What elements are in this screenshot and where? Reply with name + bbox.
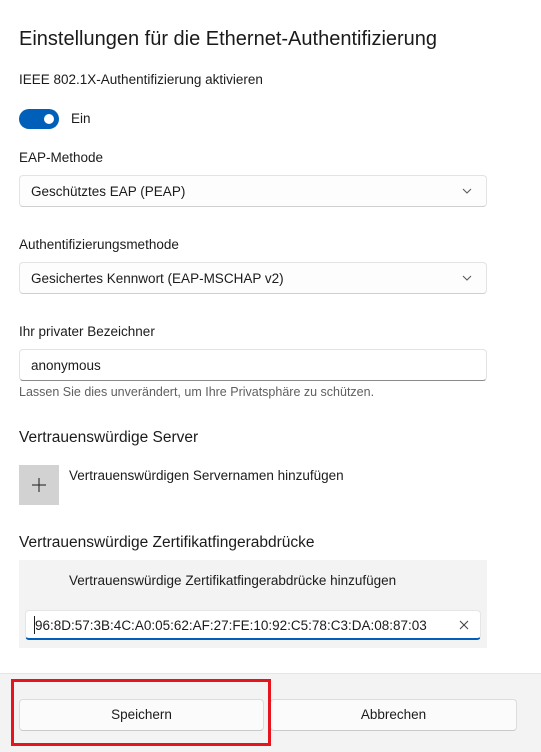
toggle-state-text: Ein [71, 111, 91, 126]
dialog-footer: Speichern Abbrechen [0, 673, 541, 752]
auth-method-label: Authentifizierungsmethode [19, 237, 179, 252]
chevron-down-icon [462, 188, 472, 194]
ieee-toggle-label: IEEE 802.1X-Authentifizierung aktivieren [19, 72, 263, 87]
cancel-button[interactable]: Abbrechen [270, 699, 517, 731]
identity-hint: Lassen Sie dies unverändert, um Ihre Pri… [19, 385, 375, 399]
eap-method-label: EAP-Methode [19, 150, 104, 165]
eap-method-value: Geschütztes EAP (PEAP) [31, 184, 186, 199]
identity-input[interactable]: anonymous [19, 349, 487, 381]
auth-method-dropdown[interactable]: Gesichertes Kennwort (EAP-MSCHAP v2) [19, 262, 487, 294]
trusted-servers-heading: Vertrauenswürdige Server [19, 429, 199, 446]
add-server-label: Vertrauenswürdigen Servernamen hinzufüge… [69, 468, 344, 483]
dialog-title: Einstellungen für die Ethernet-Authentif… [19, 28, 438, 50]
fingerprint-input[interactable]: 96:8D:57:3B:4C:A0:05:62:AF:27:FE:10:92:C… [25, 610, 481, 640]
trusted-fingerprints-heading: Vertrauenswürdige Zertifikatfingerabdrüc… [19, 534, 315, 551]
fingerprint-value: 96:8D:57:3B:4C:A0:05:62:AF:27:FE:10:92:C… [35, 618, 427, 633]
auth-method-value: Gesichertes Kennwort (EAP-MSCHAP v2) [31, 271, 284, 286]
toggle-knob [44, 114, 54, 124]
clear-icon[interactable] [458, 619, 470, 631]
add-fingerprint-label: Vertrauenswürdige Zertifikatfingerabdrüc… [69, 573, 397, 588]
identity-label: Ihr privater Bezeichner [19, 324, 155, 339]
add-server-button[interactable] [19, 465, 59, 505]
plus-icon [32, 478, 46, 492]
chevron-down-icon [462, 275, 472, 281]
fingerprint-add-panel: Vertrauenswürdige Zertifikatfingerabdrüc… [19, 560, 487, 648]
text-caret [34, 616, 35, 634]
eap-method-dropdown[interactable]: Geschütztes EAP (PEAP) [19, 175, 487, 207]
save-button[interactable]: Speichern [19, 699, 264, 731]
identity-value: anonymous [31, 358, 101, 373]
ieee-toggle-switch[interactable] [19, 109, 59, 129]
ethernet-auth-dialog: Einstellungen für die Ethernet-Authentif… [0, 0, 541, 752]
